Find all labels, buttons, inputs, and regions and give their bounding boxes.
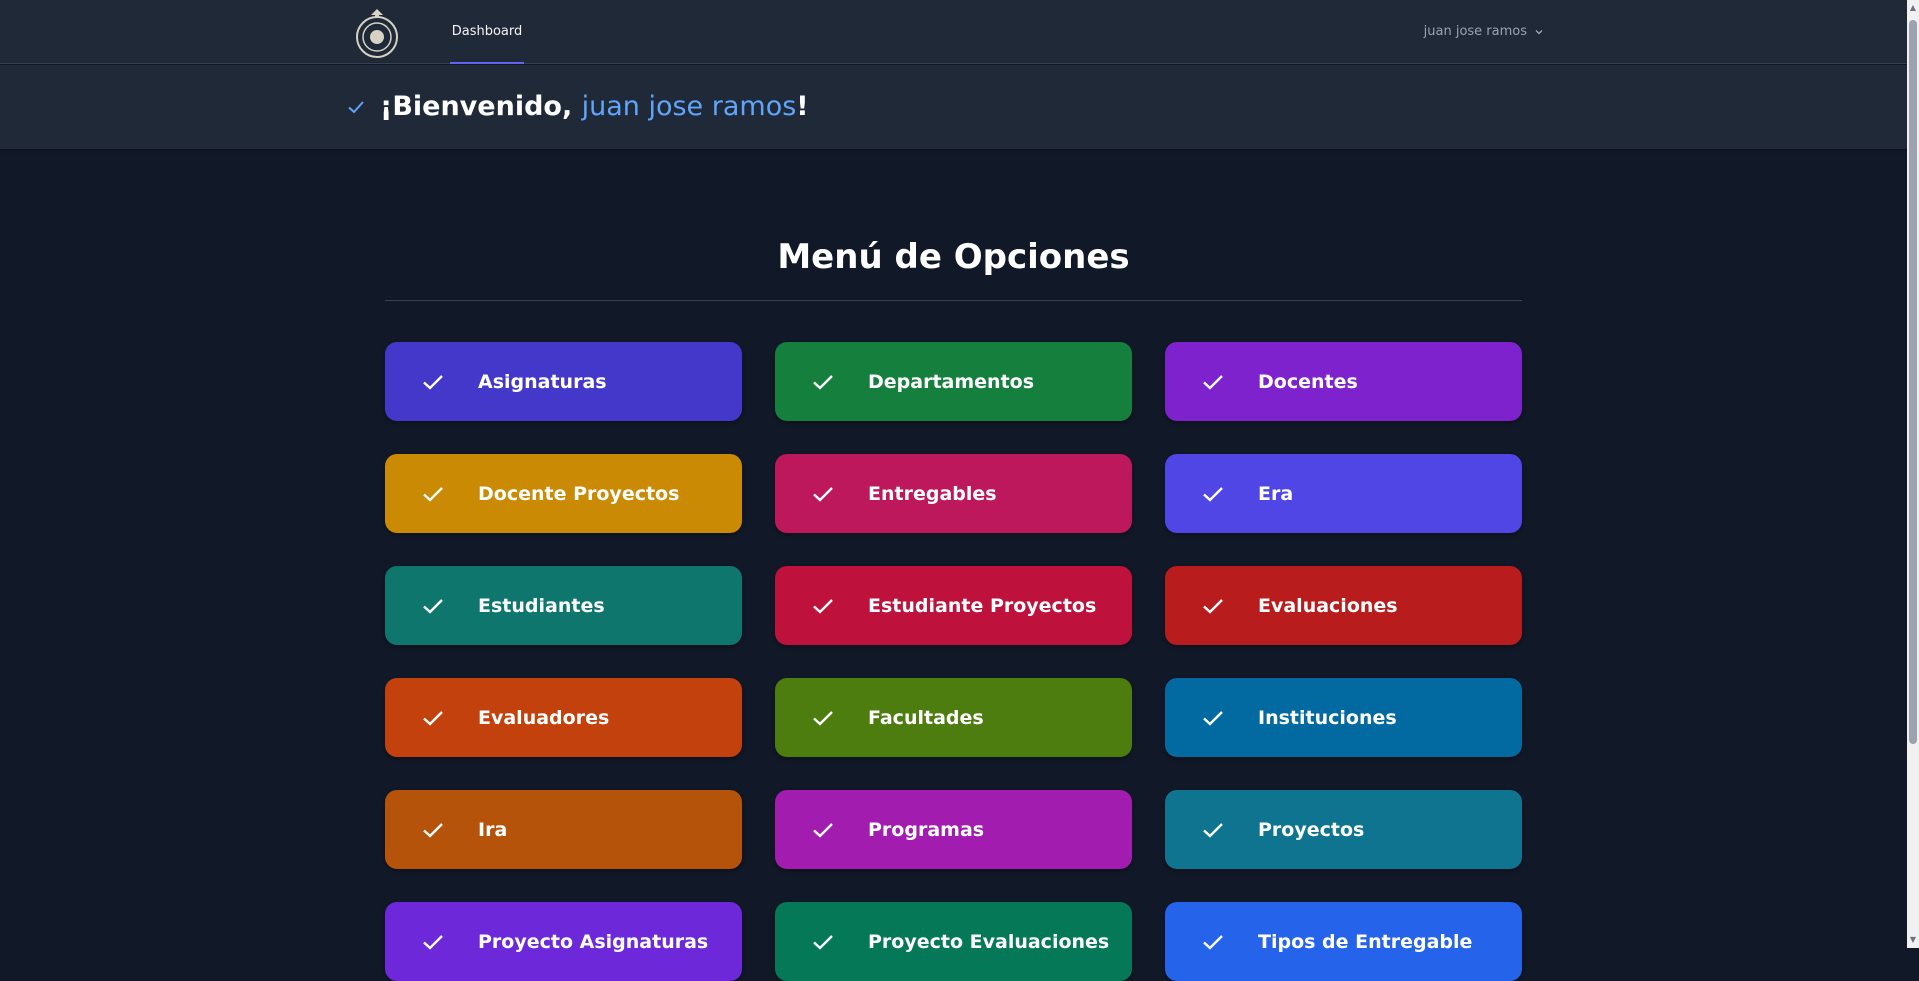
menu-card-estudiante-proyectos[interactable]: Estudiante Proyectos <box>775 566 1132 645</box>
menu-card-entregables[interactable]: Entregables <box>775 454 1132 533</box>
check-icon <box>1203 598 1223 614</box>
menu-card-label: Era <box>1258 482 1294 505</box>
menu-card-era[interactable]: Era <box>1165 454 1522 533</box>
welcome-header: ¡Bienvenido, juan jose ramos! <box>0 65 1907 149</box>
check-icon <box>1203 934 1223 950</box>
check-icon <box>813 374 833 390</box>
menu-card-label: Docentes <box>1258 370 1358 393</box>
welcome-suffix: ! <box>796 91 809 122</box>
menu-card-tipos-de-entregable[interactable]: Tipos de Entregable <box>1165 902 1522 981</box>
menu-card-evaluaciones[interactable]: Evaluaciones <box>1165 566 1522 645</box>
menu-card-instituciones[interactable]: Instituciones <box>1165 678 1522 757</box>
menu-grid: Asignaturas Departamentos Docentes Docente … <box>385 342 1522 981</box>
top-navbar: Dashboard juan jose ramos <box>0 0 1907 64</box>
menu-card-label: Ira <box>478 818 508 841</box>
menu-card-programas[interactable]: Programas <box>775 790 1132 869</box>
menu-card-label: Docente Proyectos <box>478 482 680 505</box>
user-name-label: juan jose ramos <box>1423 24 1527 39</box>
user-menu-dropdown[interactable]: juan jose ramos <box>1424 0 1545 64</box>
menu-card-label: Entregables <box>868 482 997 505</box>
menu-card-label: Facultades <box>868 706 984 729</box>
check-icon <box>423 374 443 390</box>
menu-card-facultades[interactable]: Facultades <box>775 678 1132 757</box>
menu-card-label: Programas <box>868 818 985 841</box>
menu-card-ira[interactable]: Ira <box>385 790 742 869</box>
check-icon <box>813 710 833 726</box>
menu-card-label: Evaluadores <box>478 706 610 729</box>
menu-card-label: Asignaturas <box>478 370 607 393</box>
menu-card-label: Estudiantes <box>478 594 605 617</box>
menu-card-label: Evaluaciones <box>1258 594 1398 617</box>
check-icon <box>423 598 443 614</box>
menu-card-asignaturas[interactable]: Asignaturas <box>385 342 742 421</box>
check-icon <box>1203 486 1223 502</box>
menu-card-departamentos[interactable]: Departamentos <box>775 342 1132 421</box>
check-icon <box>1203 374 1223 390</box>
menu-card-label: Tipos de Entregable <box>1258 930 1473 953</box>
page-scrollbar[interactable]: ▲ ▼ <box>1907 0 1919 948</box>
menu-divider <box>385 300 1522 301</box>
menu-card-label: Departamentos <box>868 370 1035 393</box>
menu-card-proyecto-evaluaciones[interactable]: Proyecto Evaluaciones <box>775 902 1132 981</box>
welcome-message: ¡Bienvenido, juan jose ramos! <box>380 85 809 129</box>
check-icon <box>813 934 833 950</box>
menu-card-docente-proyectos[interactable]: Docente Proyectos <box>385 454 742 533</box>
check-icon <box>1203 822 1223 838</box>
university-logo[interactable] <box>354 7 400 59</box>
menu-card-label: Estudiante Proyectos <box>868 594 1097 617</box>
menu-card-label: Instituciones <box>1258 706 1397 729</box>
scroll-up-icon[interactable]: ▲ <box>1909 3 1917 13</box>
menu-card-label: Proyecto Evaluaciones <box>868 930 1110 953</box>
menu-card-label: Proyecto Asignaturas <box>478 930 709 953</box>
scroll-down-icon[interactable]: ▼ <box>1909 935 1917 945</box>
menu-title: Menú de Opciones <box>777 237 1130 277</box>
check-icon <box>813 486 833 502</box>
menu-card-label: Proyectos <box>1258 818 1365 841</box>
menu-card-proyectos[interactable]: Proyectos <box>1165 790 1522 869</box>
check-icon <box>423 822 443 838</box>
check-icon <box>423 710 443 726</box>
welcome-prefix: ¡Bienvenido, <box>380 91 582 122</box>
scrollbar-thumb[interactable] <box>1909 20 1917 744</box>
chevron-down-icon <box>1535 30 1543 35</box>
menu-card-proyecto-asignaturas[interactable]: Proyecto Asignaturas <box>385 902 742 981</box>
menu-card-docentes[interactable]: Docentes <box>1165 342 1522 421</box>
check-icon <box>423 486 443 502</box>
check-icon <box>423 934 443 950</box>
nav-dashboard-link[interactable]: Dashboard <box>450 0 524 64</box>
menu-card-evaluadores[interactable]: Evaluadores <box>385 678 742 757</box>
check-icon <box>813 598 833 614</box>
menu-card-estudiantes[interactable]: Estudiantes <box>385 566 742 645</box>
check-icon <box>813 822 833 838</box>
options-menu: Menú de Opciones Asignaturas Departamento… <box>385 220 1522 981</box>
check-icon <box>348 101 364 114</box>
welcome-user-name: juan jose ramos <box>581 91 797 122</box>
check-icon <box>1203 710 1223 726</box>
